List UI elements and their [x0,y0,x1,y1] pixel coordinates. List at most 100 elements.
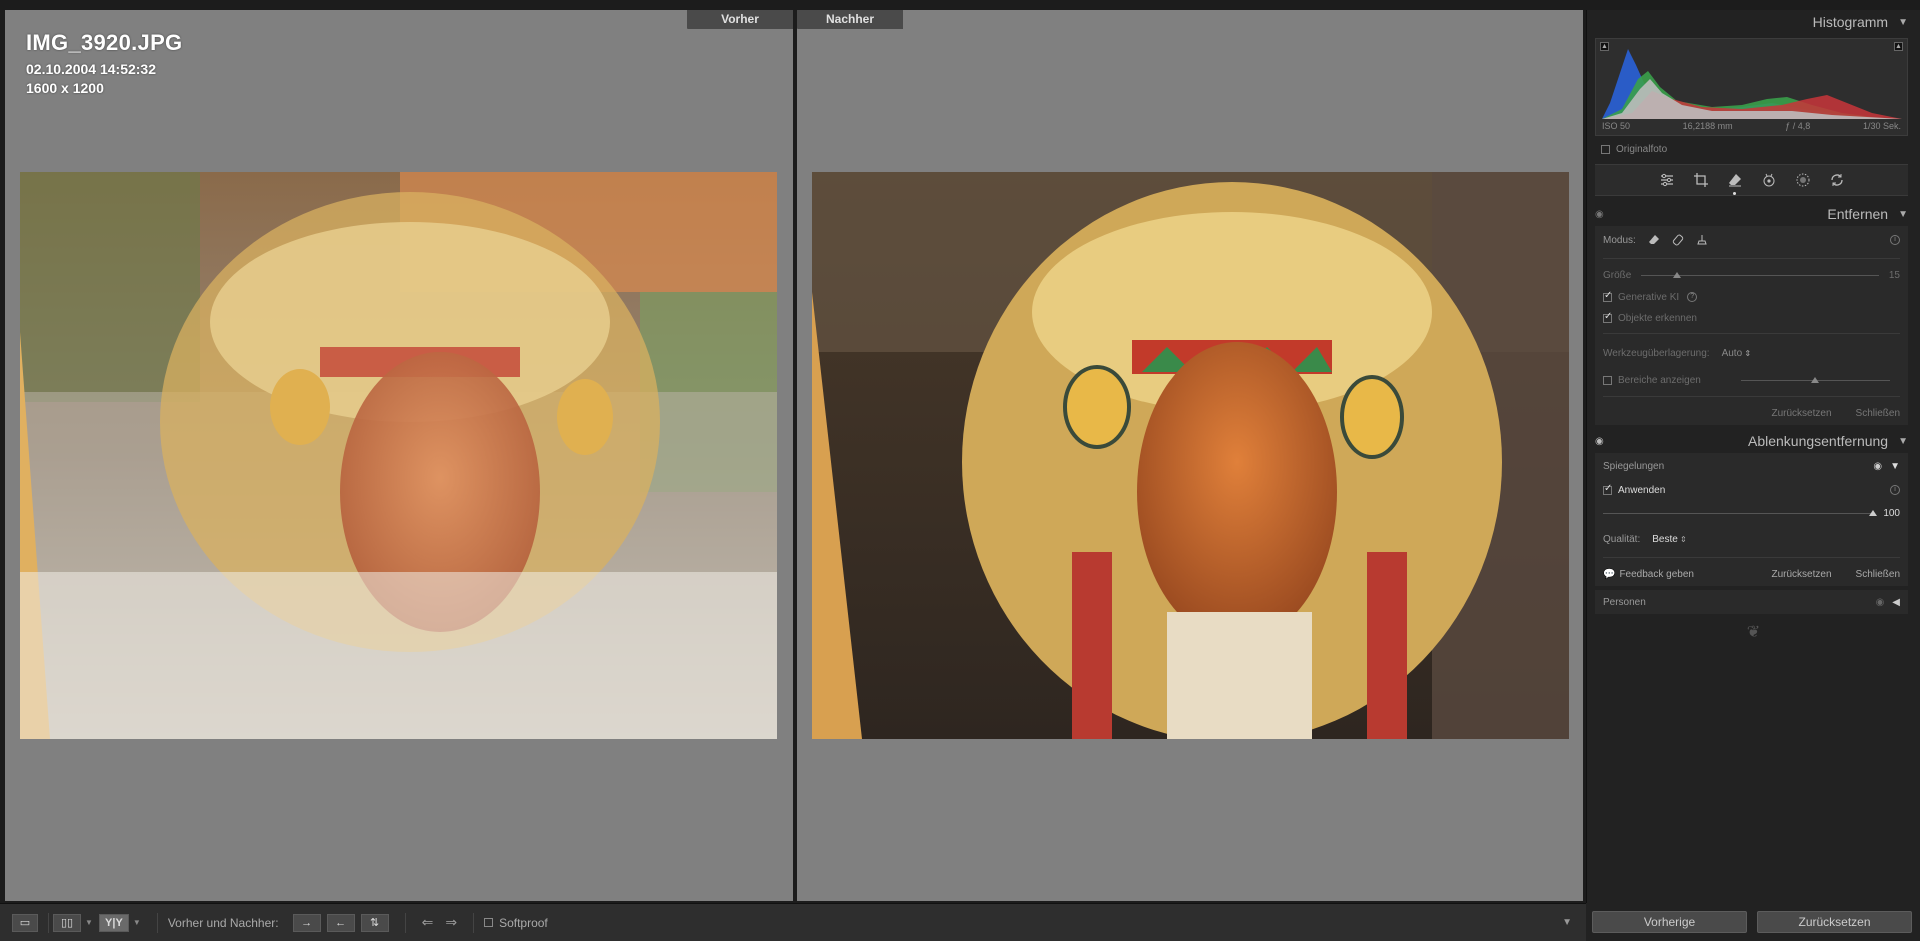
before-after-view-button[interactable]: Y|Y [98,913,129,932]
develop-tool-strip [1595,164,1908,196]
reflections-eye-icon[interactable]: ◉ [1873,461,1882,472]
eraser-icon[interactable] [1727,172,1743,195]
aperture-value: ƒ / 4,8 [1785,121,1811,131]
amount-slider[interactable] [1603,509,1878,516]
remove-action-buttons: Zurücksetzen Schließen [1595,401,1908,425]
reference-view-button[interactable]: ▯▯ [53,913,81,932]
feedback-button[interactable]: 💬 Feedback geben [1603,569,1694,580]
histogram[interactable]: ▲ ▲ ISO 50 16,2188 mm ƒ / 4,8 1/30 Sek. [1595,38,1908,136]
people-row[interactable]: Personen ◉ ◀ [1595,590,1908,614]
people-expand-icon[interactable]: ◀ [1892,597,1900,608]
loupe-view-button[interactable]: ▭ [12,913,38,932]
before-photo[interactable] [20,172,777,739]
reference-view-icon: ▯▯ [60,917,74,929]
reflections-row[interactable]: Spiegelungen ◉ ▼ [1595,453,1908,479]
people-label: Personen [1603,596,1646,608]
before-after-label: Vorher und Nachher: [167,915,279,930]
original-photo-checkbox[interactable] [1601,144,1610,154]
arrow-left-icon: ← [335,916,347,929]
remove-collapse-icon[interactable]: ▼ [1898,209,1908,220]
reset-all-button[interactable]: Zurücksetzen [1757,911,1912,933]
crop-icon[interactable] [1693,172,1709,188]
previous-button[interactable]: Vorherige [1592,911,1747,933]
clone-mode-icon[interactable] [1696,234,1708,246]
detect-objects-row[interactable]: Objekte erkennen [1595,307,1908,329]
presets-icon[interactable] [1829,172,1845,188]
distraction-visibility-icon[interactable]: ◉ [1595,436,1604,447]
generative-ai-label: Generative KI [1618,291,1680,303]
tool-overlay-select[interactable]: Auto [1722,348,1752,359]
generative-ai-help-icon[interactable]: ? [1687,292,1698,302]
before-pane[interactable]: Vorher IMG_3920.JPG 02.10.2004 14:52:32 … [5,10,793,901]
photo-filename: IMG_3920.JPG [26,30,183,55]
original-photo-toggle[interactable]: Originalfoto [1601,142,1908,156]
swap-before-after-button[interactable]: ⇅ [360,913,389,932]
softproof-label[interactable]: Softproof [499,916,548,930]
softproof-checkbox[interactable] [484,918,494,927]
photo-datetime: 02.10.2004 14:52:32 [26,61,156,77]
distraction-close-button[interactable]: Schließen [1856,569,1900,580]
show-areas-slider[interactable] [1740,376,1890,383]
size-value[interactable]: 15 [1889,270,1900,281]
redo-arrow-icon[interactable]: ⇒ [445,914,457,931]
copy-before-to-after-button[interactable]: → [292,913,321,932]
histogram-graph [1602,49,1902,119]
generative-ai-checkbox[interactable] [1603,290,1612,302]
photo-info-overlay: IMG_3920.JPG 02.10.2004 14:52:32 1600 x … [26,30,182,96]
original-photo-label: Originalfoto [1616,143,1668,155]
collapse-triangle-icon[interactable]: ▼ [1898,17,1908,28]
heal-mode-icon[interactable] [1672,234,1684,246]
histogram-header[interactable]: Histogramm ▼ [1587,10,1920,34]
people-section[interactable]: Personen ◉ ◀ [1595,590,1908,614]
speech-bubble-icon: 💬 [1603,568,1616,580]
generative-ai-row[interactable]: Generative KI ? [1595,287,1908,307]
undo-arrow-icon[interactable]: ⇐ [422,914,434,931]
remove-close-button[interactable]: Schließen [1856,408,1900,419]
size-slider[interactable] [1641,271,1879,278]
detect-objects-checkbox[interactable] [1603,311,1612,323]
distraction-reset-button[interactable]: Zurücksetzen [1772,569,1832,580]
mask-icon[interactable] [1795,172,1811,188]
toolbar-menu-icon[interactable]: ▼ [1562,917,1572,928]
people-eye-icon[interactable]: ◉ [1876,597,1885,608]
amount-slider-knob[interactable] [1869,509,1878,516]
dropdown-arrow-icon[interactable]: ▼ [85,918,93,927]
after-pane[interactable]: Nachher [797,10,1583,901]
divider [1603,333,1900,334]
loupe-view-icon: ▭ [19,917,31,929]
divider [1603,396,1900,397]
remove-mode-icon[interactable] [1648,234,1660,246]
size-slider-knob[interactable] [1672,271,1681,278]
copy-after-to-before-button[interactable]: ← [326,913,355,932]
quality-select[interactable]: Beste [1652,534,1687,545]
feedback-label: Feedback geben [1619,568,1694,580]
show-areas-checkbox[interactable] [1603,375,1612,385]
swap-icon: ⇅ [369,917,380,929]
remove-reset-button[interactable]: Zurücksetzen [1772,408,1832,419]
after-photo-image [812,172,1569,739]
amount-value[interactable]: 100 [1883,508,1900,519]
sliders-icon[interactable] [1659,172,1675,188]
lightroom-window: Vorher IMG_3920.JPG 02.10.2004 14:52:32 … [0,0,1920,941]
reflections-collapse-icon[interactable]: ▼ [1890,461,1900,472]
remove-panel-header[interactable]: ◉ Entfernen ▼ [1587,202,1920,226]
mode-help-icon[interactable]: i [1890,235,1900,245]
show-areas-slider-knob[interactable] [1811,376,1820,383]
dropdown-arrow-icon[interactable]: ▼ [133,918,141,927]
distraction-panel-header[interactable]: ◉ Ablenkungsentfernung ▼ [1587,429,1920,453]
apply-row[interactable]: Anwenden i [1595,479,1908,501]
size-label: Größe [1603,269,1632,281]
quality-row: Qualität: Beste [1595,525,1908,553]
distraction-collapse-icon[interactable]: ▼ [1898,436,1908,447]
after-photo[interactable] [812,172,1569,739]
remove-mode-row: Modus: i [1595,226,1908,254]
apply-label: Anwenden [1618,484,1666,496]
apply-help-icon[interactable]: i [1890,485,1900,495]
before-label: Vorher [687,10,793,29]
develop-right-panel: Histogramm ▼ ▲ ▲ ISO 50 16,2188 mm ƒ / 4… [1586,10,1920,903]
redeye-icon[interactable] [1761,172,1777,188]
reflections-label: Spiegelungen [1603,460,1665,472]
remove-visibility-icon[interactable]: ◉ [1595,209,1604,220]
size-row: Größe 15 [1595,263,1908,287]
apply-checkbox[interactable] [1603,483,1612,495]
